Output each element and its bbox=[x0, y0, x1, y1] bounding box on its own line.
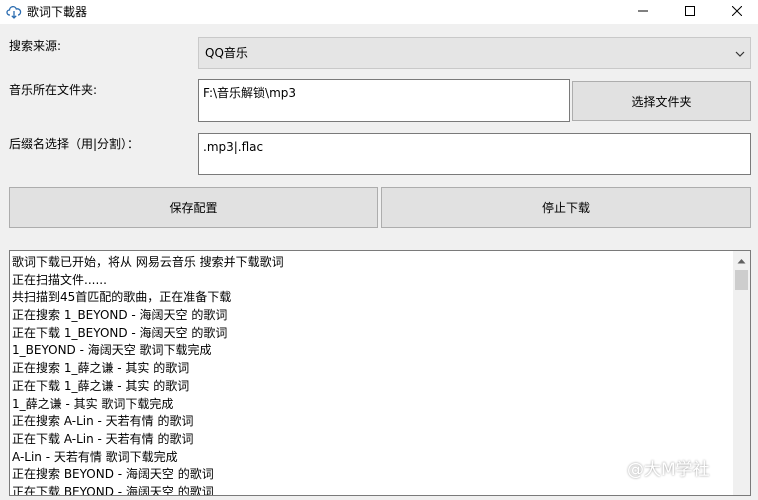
search-source-dropdown[interactable]: QQ音乐 bbox=[198, 37, 751, 69]
log-line: 正在下载 BEYOND - 海阔天空 的歌词 bbox=[12, 484, 214, 496]
suffix-value: .mp3|.flac bbox=[203, 140, 264, 154]
music-folder-label: 音乐所在文件夹: bbox=[9, 83, 98, 97]
stop-download-button[interactable]: 停止下载 bbox=[381, 187, 751, 228]
log-line: 1_薛之谦 - 其实 歌词下载完成 bbox=[12, 396, 174, 411]
title-bar: 歌词下載器 bbox=[0, 0, 758, 24]
close-button[interactable] bbox=[714, 0, 758, 24]
scrollbar-thumb[interactable] bbox=[735, 270, 748, 290]
log-line: 1_BEYOND - 海阔天空 歌词下载完成 bbox=[12, 343, 212, 358]
scroll-up-button[interactable] bbox=[733, 251, 750, 268]
chevron-down-icon bbox=[734, 48, 746, 60]
log-line: 正在搜索 1_薛之谦 - 其实 的歌词 bbox=[12, 361, 190, 376]
maximize-icon bbox=[685, 5, 695, 19]
log-line: 正在搜索 1_BEYOND - 海阔天空 的歌词 bbox=[12, 308, 228, 323]
search-source-label: 搜索来源: bbox=[9, 39, 62, 53]
log-line: 歌词下载已开始，将从 网易云音乐 搜索并下载歌词 bbox=[12, 255, 284, 269]
close-icon bbox=[731, 5, 743, 19]
search-source-value: QQ音乐 bbox=[205, 46, 248, 60]
maximize-button[interactable] bbox=[667, 0, 713, 24]
suffix-label: 后缀名选择（用|分割）： bbox=[9, 137, 140, 151]
cloud-download-icon bbox=[6, 4, 22, 20]
minimize-icon bbox=[638, 5, 648, 19]
choose-folder-label: 选择文件夹 bbox=[631, 94, 692, 109]
suffix-input[interactable]: .mp3|.flac bbox=[198, 133, 751, 175]
watermark-text: @大M学社 bbox=[627, 460, 710, 480]
window-title: 歌词下載器 bbox=[27, 5, 88, 19]
music-folder-value: F:\音乐解锁\mp3 bbox=[203, 86, 297, 100]
save-config-button[interactable]: 保存配置 bbox=[9, 187, 378, 228]
music-folder-input[interactable]: F:\音乐解锁\mp3 bbox=[198, 79, 570, 122]
log-line: 正在下载 1_薛之谦 - 其实 的歌词 bbox=[12, 378, 190, 393]
log-line: 正在下载 A-Lin - 天若有情 的歌词 bbox=[12, 431, 194, 446]
watermark: @大M学社 bbox=[604, 458, 710, 482]
log-line: 正在搜索 A-Lin - 天若有情 的歌词 bbox=[12, 414, 194, 429]
watermark-logo-icon bbox=[604, 458, 624, 482]
minimize-button[interactable] bbox=[620, 0, 666, 24]
log-line: 共扫描到45首匹配的歌曲，正在准备下载 bbox=[12, 290, 232, 305]
choose-folder-button[interactable]: 选择文件夹 bbox=[572, 81, 751, 121]
stop-download-label: 停止下载 bbox=[541, 201, 590, 215]
scroll-up-arrow-icon bbox=[737, 253, 746, 267]
log-line: 正在扫描文件...... bbox=[12, 272, 107, 287]
log-scrollbar[interactable] bbox=[733, 251, 750, 495]
save-config-label: 保存配置 bbox=[169, 201, 218, 215]
log-line: 正在下载 1_BEYOND - 海阔天空 的歌词 bbox=[12, 325, 228, 340]
